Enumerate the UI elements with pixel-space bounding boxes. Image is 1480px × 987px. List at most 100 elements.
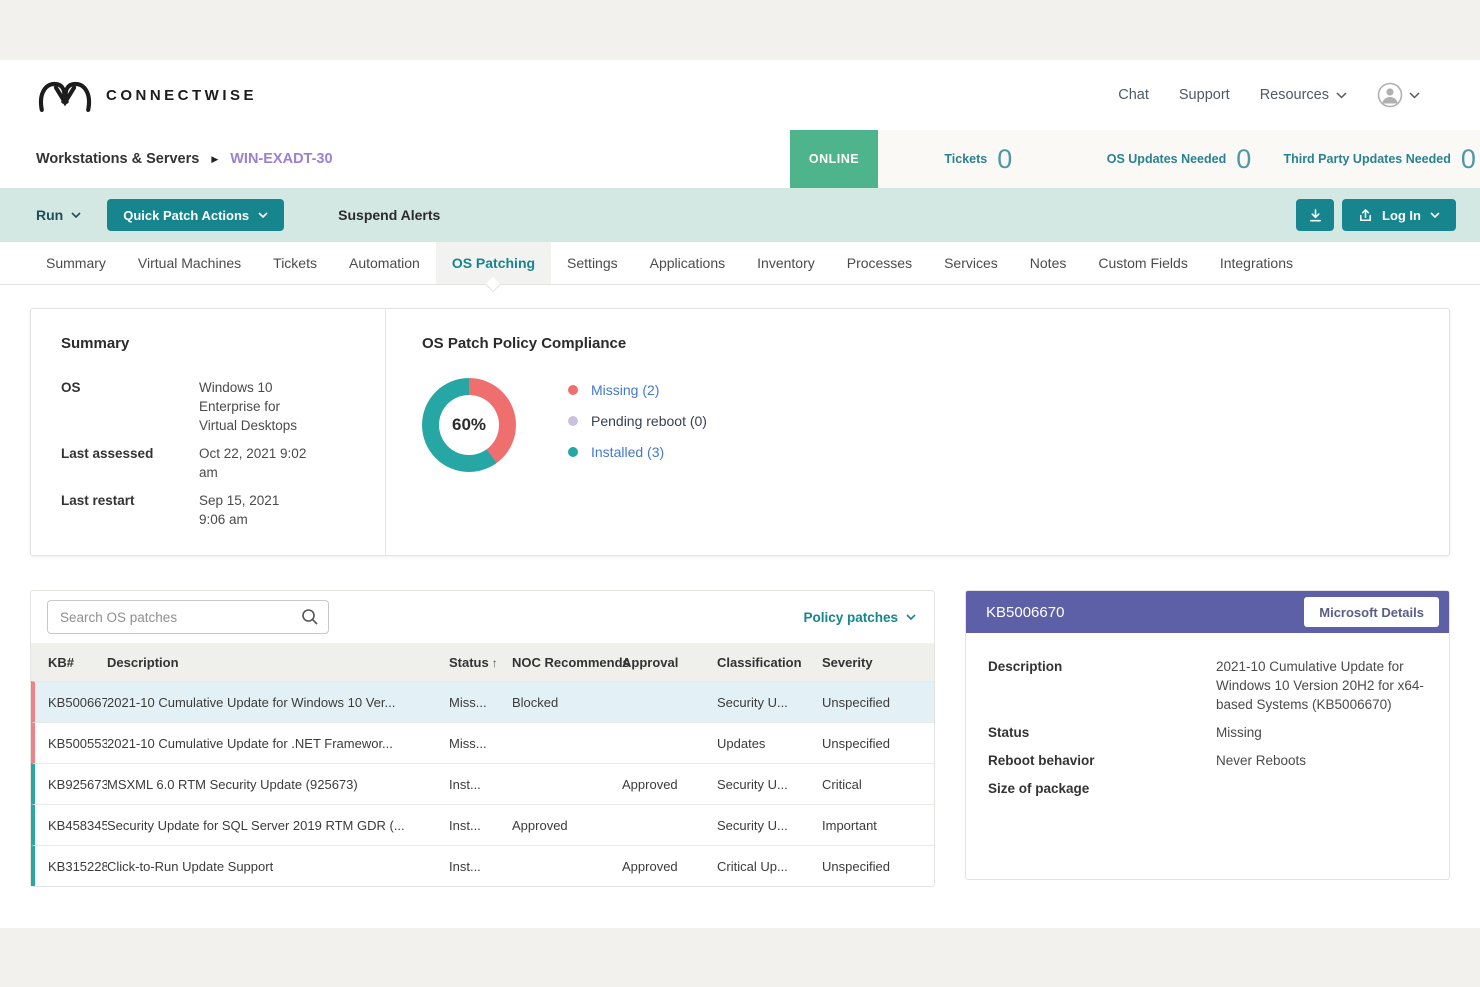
detail-field-reboot-behavior: Reboot behavior Never Reboots bbox=[988, 751, 1429, 770]
search-icon[interactable] bbox=[301, 608, 319, 626]
legend-dot-pending-icon bbox=[568, 416, 578, 426]
summary-field-last-assessed: Last assessed Oct 22, 2021 9:02 am bbox=[61, 444, 365, 482]
summary-field-last-restart: Last restart Sep 15, 2021 9:06 am bbox=[61, 491, 365, 529]
patch-table-header: KB# Description Status↑ NOC Recommends A… bbox=[31, 643, 934, 681]
cell-status: Miss... bbox=[449, 695, 512, 710]
log-in-button[interactable]: Log In bbox=[1342, 199, 1456, 231]
cell-classification: Security U... bbox=[717, 818, 822, 833]
tab-automation[interactable]: Automation bbox=[333, 242, 436, 284]
tab-tickets[interactable]: Tickets bbox=[257, 242, 333, 284]
microsoft-details-button[interactable]: Microsoft Details bbox=[1304, 597, 1439, 627]
download-button[interactable] bbox=[1296, 199, 1334, 231]
chevron-down-icon bbox=[1336, 92, 1347, 99]
cell-severity: Unspecified bbox=[822, 859, 934, 874]
tab-virtual-machines[interactable]: Virtual Machines bbox=[122, 242, 257, 284]
column-header-classification[interactable]: Classification bbox=[717, 655, 822, 670]
cell-kb: KB5005539 bbox=[35, 736, 107, 751]
column-header-status[interactable]: Status↑ bbox=[449, 655, 512, 670]
tab-applications[interactable]: Applications bbox=[634, 242, 742, 284]
top-strip bbox=[0, 0, 1480, 60]
search-input[interactable] bbox=[47, 600, 329, 634]
compliance-pane: OS Patch Policy Compliance 60% Missing (… bbox=[386, 309, 1449, 555]
cell-description: MSXML 6.0 RTM Security Update (925673) bbox=[107, 777, 449, 792]
column-header-noc-recommends[interactable]: NOC Recommends bbox=[512, 655, 622, 670]
detail-field-label: Status bbox=[988, 723, 1216, 742]
cell-classification: Updates bbox=[717, 736, 822, 751]
cell-kb: KB4583458 bbox=[35, 818, 107, 833]
tab-os-patching[interactable]: OS Patching bbox=[436, 242, 551, 284]
cell-severity: Important bbox=[822, 818, 934, 833]
breadcrumb-bar: Workstations & Servers ▶ WIN-EXADT-30 ON… bbox=[0, 130, 1480, 188]
detail-field-label: Reboot behavior bbox=[988, 751, 1216, 770]
online-status-badge: ONLINE bbox=[790, 130, 878, 188]
tab-bar: Summary Virtual Machines Tickets Automat… bbox=[0, 242, 1480, 285]
compliance-body: 60% Missing (2) Pending reboot (0) bbox=[422, 378, 1449, 472]
breadcrumb-current-device[interactable]: WIN-EXADT-30 bbox=[230, 151, 332, 167]
column-header-severity[interactable]: Severity bbox=[822, 655, 934, 670]
column-header-kb[interactable]: KB# bbox=[35, 655, 107, 670]
user-menu[interactable] bbox=[1377, 82, 1420, 108]
run-dropdown-label: Run bbox=[36, 207, 63, 223]
summary-field-label: Last assessed bbox=[61, 444, 199, 482]
policy-patches-dropdown[interactable]: Policy patches bbox=[803, 610, 916, 625]
tab-processes[interactable]: Processes bbox=[831, 242, 928, 284]
action-bar-right: Log In bbox=[1296, 199, 1456, 231]
breadcrumb-parent-link[interactable]: Workstations & Servers bbox=[36, 151, 199, 167]
cell-severity: Critical bbox=[822, 777, 934, 792]
main-content: Summary OS Windows 10 Enterprise for Vir… bbox=[0, 285, 1480, 887]
column-header-status-label: Status bbox=[449, 655, 489, 670]
table-row[interactable]: KB3152281 Click-to-Run Update Support In… bbox=[31, 845, 934, 886]
tab-inventory[interactable]: Inventory bbox=[741, 242, 831, 284]
sort-up-icon: ↑ bbox=[492, 656, 498, 670]
compliance-donut-chart[interactable]: 60% bbox=[422, 378, 516, 472]
table-row[interactable]: KB5006670 2021-10 Cumulative Update for … bbox=[31, 681, 934, 722]
table-row[interactable]: KB5005539 2021-10 Cumulative Update for … bbox=[31, 722, 934, 763]
chevron-down-icon bbox=[258, 212, 268, 218]
stat-os-updates[interactable]: OS Updates Needed 0 bbox=[1079, 130, 1280, 188]
summary-pane: Summary OS Windows 10 Enterprise for Vir… bbox=[31, 309, 386, 555]
legend-installed-link[interactable]: Installed (3) bbox=[591, 444, 664, 460]
legend-pending-label: Pending reboot (0) bbox=[591, 413, 707, 429]
quick-patch-actions-button[interactable]: Quick Patch Actions bbox=[107, 199, 284, 231]
legend-item-missing: Missing (2) bbox=[568, 382, 707, 398]
connectwise-logo[interactable]: CONNECTWISE bbox=[36, 76, 257, 114]
legend-dot-missing-icon bbox=[568, 385, 578, 395]
summary-field-value: Sep 15, 2021 9:06 am bbox=[199, 491, 309, 529]
tab-notes[interactable]: Notes bbox=[1014, 242, 1083, 284]
search-box bbox=[47, 600, 329, 634]
connectwise-logo-icon bbox=[36, 76, 94, 114]
suspend-alerts-button[interactable]: Suspend Alerts bbox=[338, 207, 440, 223]
detail-field-size-of-package: Size of package bbox=[988, 779, 1429, 798]
detail-field-value bbox=[1216, 779, 1429, 798]
tab-integrations[interactable]: Integrations bbox=[1204, 242, 1309, 284]
tab-services[interactable]: Services bbox=[928, 242, 1014, 284]
detail-field-description: Description 2021-10 Cumulative Update fo… bbox=[988, 657, 1429, 714]
nav-resources[interactable]: Resources bbox=[1260, 87, 1347, 103]
user-avatar-icon bbox=[1377, 82, 1403, 108]
stat-third-party-updates[interactable]: Third Party Updates Needed 0 bbox=[1279, 130, 1480, 188]
stat-third-party-updates-label: Third Party Updates Needed bbox=[1283, 152, 1450, 166]
stat-os-updates-label: OS Updates Needed bbox=[1107, 152, 1226, 166]
table-row[interactable]: KB4583458 Security Update for SQL Server… bbox=[31, 804, 934, 845]
overview-card: Summary OS Windows 10 Enterprise for Vir… bbox=[30, 308, 1450, 556]
nav-chat[interactable]: Chat bbox=[1118, 87, 1149, 103]
stat-tickets[interactable]: Tickets 0 bbox=[878, 130, 1079, 188]
patch-detail-body: Description 2021-10 Cumulative Update fo… bbox=[966, 633, 1449, 879]
donut-center: 60% bbox=[439, 395, 499, 455]
cell-description: 2021-10 Cumulative Update for .NET Frame… bbox=[107, 736, 449, 751]
cell-classification: Security U... bbox=[717, 695, 822, 710]
column-header-approval[interactable]: Approval bbox=[622, 655, 717, 670]
run-dropdown[interactable]: Run bbox=[36, 207, 81, 223]
column-header-description[interactable]: Description bbox=[107, 655, 449, 670]
legend-missing-link[interactable]: Missing (2) bbox=[591, 382, 659, 398]
table-row[interactable]: KB925673 MSXML 6.0 RTM Security Update (… bbox=[31, 763, 934, 804]
page: CONNECTWISE Chat Support Resources Works… bbox=[0, 0, 1480, 987]
tab-summary[interactable]: Summary bbox=[30, 242, 122, 284]
tab-settings[interactable]: Settings bbox=[551, 242, 634, 284]
nav-resources-label: Resources bbox=[1260, 87, 1329, 103]
tab-custom-fields[interactable]: Custom Fields bbox=[1082, 242, 1203, 284]
legend-item-installed: Installed (3) bbox=[568, 444, 707, 460]
cell-kb: KB3152281 bbox=[35, 859, 107, 874]
nav-support[interactable]: Support bbox=[1179, 87, 1230, 103]
patch-table-card: Policy patches KB# Description Status↑ N… bbox=[30, 590, 935, 887]
